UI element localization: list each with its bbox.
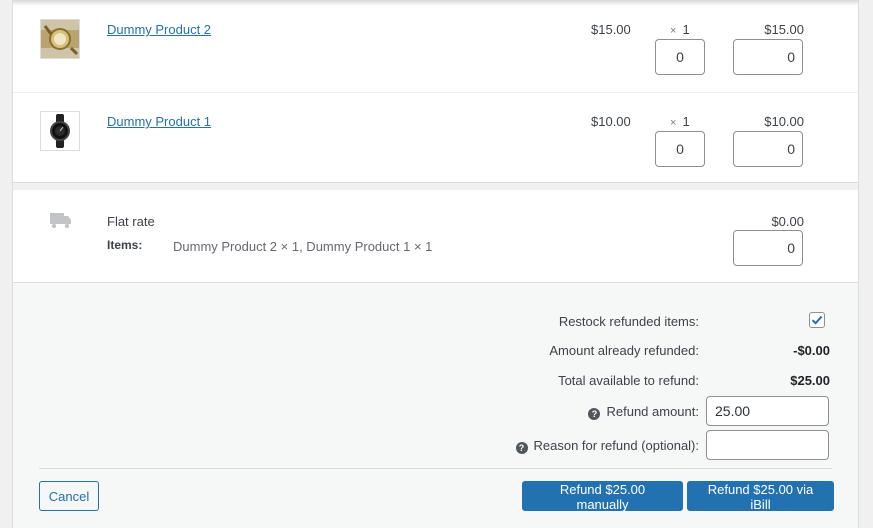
already-refunded-value: -$0.00 bbox=[793, 343, 830, 358]
refund-amount-label-text: Refund amount: bbox=[606, 404, 699, 419]
available-to-refund-value: $25.00 bbox=[790, 373, 830, 388]
product-thumbnail-black-watch bbox=[40, 111, 80, 151]
product-link[interactable]: Dummy Product 2 bbox=[107, 22, 211, 37]
item-line-total: $15.00 bbox=[764, 22, 804, 37]
cancel-button[interactable]: Cancel bbox=[39, 481, 99, 511]
refund-section: Restock refunded items: Amount already r… bbox=[13, 283, 858, 528]
item-line-total: $10.00 bbox=[764, 114, 804, 129]
checkmark-icon bbox=[811, 315, 823, 325]
help-icon[interactable]: ? bbox=[588, 408, 601, 420]
times-glyph: × bbox=[670, 117, 677, 129]
refund-line-total-input[interactable] bbox=[733, 131, 803, 167]
order-items-panel: Dummy Product 2 $15.00 ×1 $15.00 Dummy P… bbox=[12, 0, 859, 528]
refund-amount-input[interactable] bbox=[706, 396, 829, 426]
truck-icon bbox=[50, 211, 72, 229]
refund-reason-label: ? Reason for refund (optional): bbox=[515, 438, 699, 454]
refund-line-total-input[interactable] bbox=[733, 39, 803, 75]
item-cost: $10.00 bbox=[591, 114, 631, 129]
help-icon[interactable]: ? bbox=[515, 442, 528, 454]
item-quantity-value: 1 bbox=[682, 114, 690, 129]
order-item-row: Dummy Product 2 $15.00 × 1 $15.00 bbox=[13, 0, 858, 93]
refund-shipping-total-input[interactable] bbox=[733, 230, 803, 266]
item-quantity-value: 1 bbox=[682, 22, 690, 37]
refund-reason-input[interactable] bbox=[706, 430, 829, 460]
already-refunded-label: Amount already refunded: bbox=[549, 343, 699, 358]
item-quantity: × 1 bbox=[670, 22, 690, 37]
available-to-refund-label: Total available to refund: bbox=[558, 373, 699, 388]
item-cost: $15.00 bbox=[591, 22, 631, 37]
shipping-items-value: Dummy Product 2 × 1, Dummy Product 1 × 1 bbox=[173, 239, 433, 254]
item-quantity: × 1 bbox=[670, 114, 690, 129]
times-glyph: × bbox=[670, 25, 677, 37]
shipping-items-label: Items: bbox=[107, 238, 143, 252]
shipping-row: Flat rate Items: Dummy Product 2 × 1, Du… bbox=[13, 190, 858, 283]
order-item-row: Dummy Product 1 $10.00 × 1 $10.00 bbox=[13, 92, 858, 185]
restock-label: Restock refunded items: bbox=[558, 314, 699, 329]
refund-manually-button[interactable]: Refund $25.00 manually bbox=[522, 481, 683, 512]
refund-quantity-input[interactable] bbox=[655, 131, 705, 167]
refund-reason-label-text: Reason for refund (optional): bbox=[533, 438, 699, 453]
refund-amount-label: ? Refund amount: bbox=[588, 404, 699, 420]
shipping-method-name: Flat rate bbox=[107, 214, 155, 229]
product-thumbnail-gold-watch bbox=[40, 19, 80, 59]
refund-via-gateway-button[interactable]: Refund $25.00 via iBill bbox=[687, 481, 834, 512]
actions-divider bbox=[39, 468, 832, 469]
product-link[interactable]: Dummy Product 1 bbox=[107, 114, 211, 129]
refund-quantity-input[interactable] bbox=[655, 39, 705, 75]
restock-checkbox[interactable] bbox=[809, 312, 825, 328]
shipping-total: $0.00 bbox=[771, 214, 804, 229]
